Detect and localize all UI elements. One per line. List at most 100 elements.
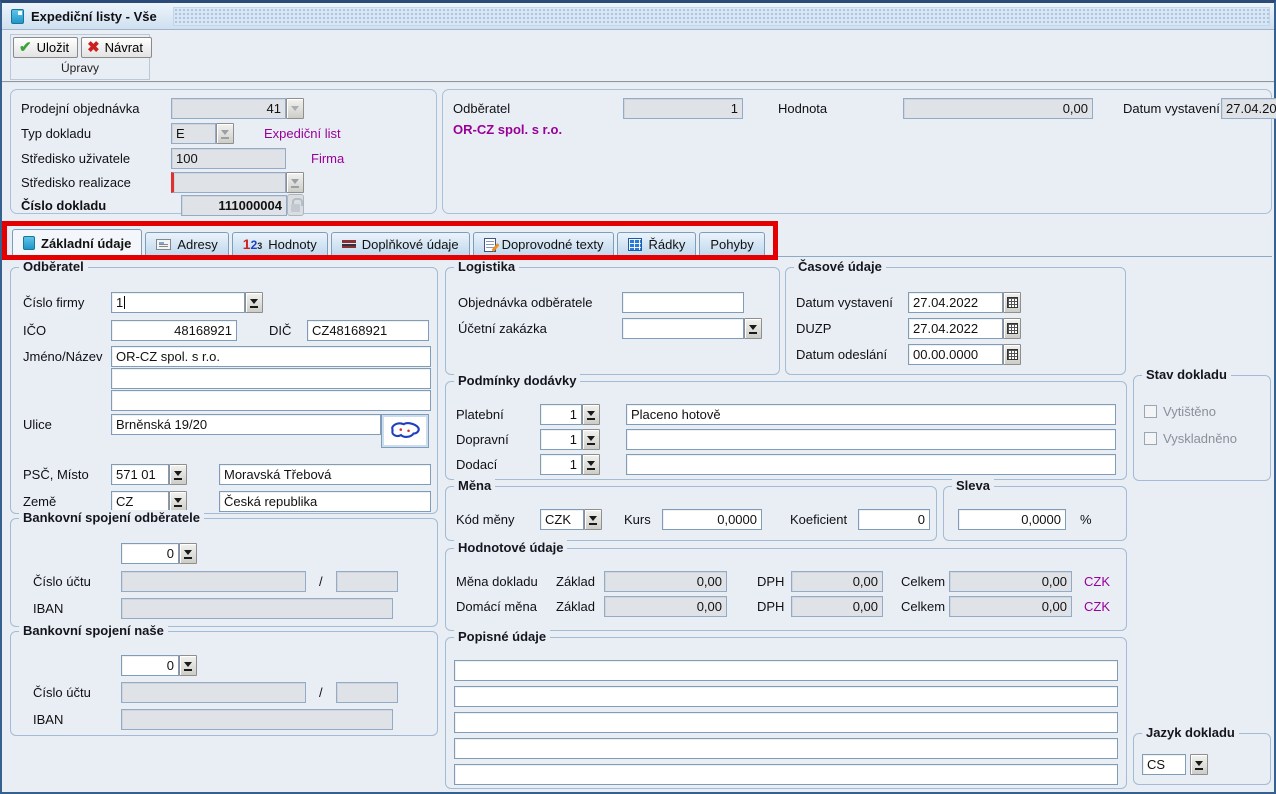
zeme-nazev-field[interactable]: Česká republika [219, 491, 431, 512]
dropdown-button[interactable] [169, 491, 187, 512]
bank-index-field[interactable]: 0 [121, 543, 179, 564]
tab-adresy[interactable]: Adresy [145, 232, 228, 256]
stredisko-realizace-field[interactable] [171, 172, 286, 193]
dph-field[interactable]: 0,00 [791, 596, 883, 617]
dopravni-text-field[interactable] [626, 429, 1116, 450]
datum-vystaveni-field[interactable]: 27.04.2022 [908, 292, 1003, 313]
datum-odeslani-field[interactable]: 00.00.0000 [908, 344, 1003, 365]
jazyk-dokladu-field[interactable]: CS [1142, 754, 1186, 775]
ico-field[interactable]: 48168921 [111, 320, 237, 341]
odberatel-groupbox-title: Odběratel [19, 259, 88, 274]
zaklad-field[interactable]: 0,00 [604, 596, 727, 617]
popisne-field-3[interactable] [454, 712, 1118, 733]
kod-banky-field[interactable] [336, 571, 398, 592]
prodejni-objednavka-field[interactable]: 41 [171, 98, 286, 119]
cislo-uctu-field[interactable] [121, 682, 306, 703]
stredisko-uzivatele-field[interactable]: 100 [171, 148, 286, 169]
vyskladneno-checkbox[interactable] [1144, 432, 1157, 445]
cislo-dokladu-field[interactable]: 111000004 [181, 195, 287, 216]
popisne-field-1[interactable] [454, 660, 1118, 681]
platebni-text-field[interactable]: Placeno hotově [626, 404, 1116, 425]
koeficient-field[interactable]: 0 [858, 509, 930, 530]
dopravni-code-field[interactable]: 1 [540, 429, 582, 450]
dropdown-button[interactable] [744, 318, 762, 339]
kod-meny-field[interactable]: CZK [540, 509, 584, 530]
objednavka-odberatele-field[interactable] [622, 292, 744, 313]
platebni-label: Platební [456, 407, 540, 422]
dropdown-button[interactable] [245, 292, 263, 313]
iban-field[interactable] [121, 709, 393, 730]
psc-misto-label: PSČ, Místo [23, 467, 111, 482]
platebni-code-field[interactable]: 1 [540, 404, 582, 425]
window-titlebar[interactable]: Expediční listy - Vše [2, 3, 1274, 30]
dropdown-button[interactable] [179, 655, 197, 676]
save-button[interactable]: ✔ Uložit [13, 37, 78, 58]
popisne-field-5[interactable] [454, 764, 1118, 785]
document-icon [23, 236, 35, 250]
odberatel-field[interactable]: 1 [623, 98, 743, 119]
datum-odeslani-label: Datum odeslání [796, 347, 908, 362]
stredisko-realizace-label: Středisko realizace [21, 175, 171, 190]
calendar-button[interactable] [1003, 318, 1021, 339]
bank-nase-title: Bankovní spojení naše [19, 623, 168, 638]
celkem-field[interactable]: 0,00 [949, 596, 1072, 617]
tab-radky[interactable]: Řádky [617, 232, 696, 256]
tab-pohyby[interactable]: Pohyby [699, 232, 764, 256]
iban-field[interactable] [121, 598, 393, 619]
dropdown-button[interactable] [179, 543, 197, 564]
cross-icon: ✖ [87, 41, 100, 55]
cislo-uctu-field[interactable] [121, 571, 306, 592]
celkem-field[interactable]: 0,00 [949, 571, 1072, 592]
dropdown-button[interactable] [216, 123, 234, 144]
zeme-field[interactable]: CZ [111, 491, 169, 512]
kod-banky-field[interactable] [336, 682, 398, 703]
dodaci-text-field[interactable] [626, 454, 1116, 475]
popisne-field-2[interactable] [454, 686, 1118, 707]
jmeno-field-2[interactable] [111, 368, 431, 389]
calendar-button[interactable] [1003, 344, 1021, 365]
czech-map-button[interactable] [381, 414, 429, 448]
slash-separator: / [319, 574, 323, 589]
dropdown-button[interactable] [582, 454, 600, 475]
dropdown-button[interactable] [584, 509, 602, 530]
sleva-groupbox: Sleva 0,0000 % [943, 486, 1127, 541]
ulice-field[interactable]: Brněnská 19/20 [111, 414, 381, 435]
numbers-123-icon: 123 [243, 238, 263, 252]
datum-vystaveni-field[interactable]: 27.04.2022 [1221, 98, 1276, 119]
back-button[interactable]: ✖ Návrat [81, 37, 152, 58]
typ-dokladu-field[interactable]: E [171, 123, 216, 144]
misto-field[interactable]: Moravská Třebová [219, 464, 431, 485]
dic-field[interactable]: CZ48168921 [307, 320, 429, 341]
tab-doprovodne-texty[interactable]: Doprovodné texty [473, 232, 615, 256]
dropdown-button[interactable] [582, 404, 600, 425]
tab-doplnkove-udaje[interactable]: Doplňkové údaje [331, 232, 470, 256]
dopravni-label: Dopravní [456, 432, 540, 447]
calendar-button[interactable] [1003, 292, 1021, 313]
cislo-firmy-field[interactable]: 1 [111, 292, 245, 313]
jmeno-field-3[interactable] [111, 390, 431, 411]
dropdown-button[interactable] [582, 429, 600, 450]
domaci-mena-label: Domácí měna [456, 599, 556, 614]
tab-zakladni-udaje[interactable]: Základní údaje [12, 229, 142, 256]
jmeno-field[interactable]: OR-CZ spol. s r.o. [111, 346, 431, 367]
popisne-field-4[interactable] [454, 738, 1118, 759]
sleva-field[interactable]: 0,0000 [958, 509, 1066, 530]
ucetni-zakazka-field[interactable] [622, 318, 744, 339]
psc-field[interactable]: 571 01 [111, 464, 169, 485]
bank-index-field[interactable]: 0 [121, 655, 179, 676]
kurs-field[interactable]: 0,0000 [662, 509, 762, 530]
tab-hodnoty[interactable]: 123 Hodnoty [232, 232, 328, 256]
zaklad-field[interactable]: 0,00 [604, 571, 727, 592]
duzp-field[interactable]: 27.04.2022 [908, 318, 1003, 339]
vytisteno-checkbox[interactable] [1144, 405, 1157, 418]
ucetni-zakazka-label: Účetní zakázka [458, 321, 622, 336]
hodnota-field[interactable]: 0,00 [903, 98, 1093, 119]
dropdown-button[interactable] [1190, 754, 1208, 775]
lock-icon[interactable] [287, 194, 304, 216]
dph-field[interactable]: 0,00 [791, 571, 883, 592]
dodaci-code-field[interactable]: 1 [540, 454, 582, 475]
dropdown-button[interactable] [169, 464, 187, 485]
spinner-button[interactable] [286, 98, 304, 119]
dropdown-button[interactable] [286, 172, 304, 193]
cislo-dokladu-label: Číslo dokladu [21, 198, 181, 213]
